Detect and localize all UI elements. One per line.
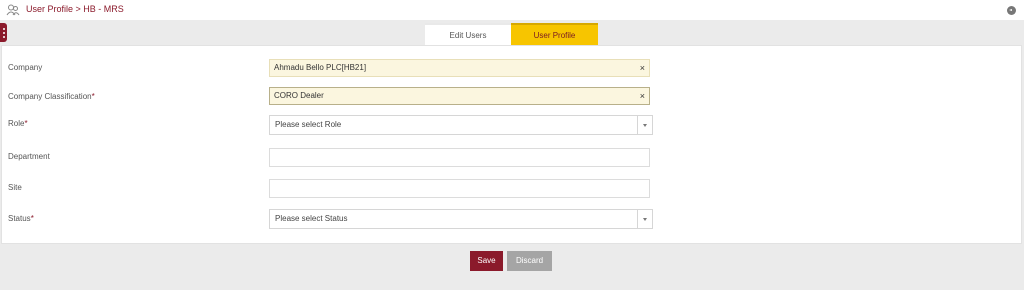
site-input[interactable] — [269, 179, 650, 198]
role-select[interactable]: Please select Role — [269, 115, 653, 135]
tab-edit-users[interactable]: Edit Users — [425, 23, 511, 45]
company-label: Company — [8, 63, 43, 72]
tab-user-profile[interactable]: User Profile — [511, 23, 598, 45]
select-divider — [637, 116, 638, 134]
status-placeholder: Please select Status — [275, 214, 348, 223]
dots-icon — [2, 28, 5, 30]
company-value: Ahmadu Bello PLC[HB21] — [274, 63, 367, 72]
save-button[interactable]: Save — [470, 251, 503, 271]
classification-field[interactable]: CORO Dealer × — [269, 87, 650, 105]
status-select[interactable]: Please select Status — [269, 209, 653, 229]
chevron-down-icon[interactable] — [643, 124, 647, 127]
required-marker: * — [24, 119, 28, 128]
chevron-down-icon[interactable] — [643, 218, 647, 221]
dots-icon — [2, 36, 5, 38]
dots-icon — [2, 32, 5, 34]
breadcrumb: User Profile > HB - MRS — [26, 4, 124, 14]
discard-button[interactable]: Discard — [507, 251, 552, 271]
tab-bar: Edit Users User Profile — [425, 23, 598, 45]
classification-label: Company Classification* — [8, 92, 95, 101]
site-label: Site — [8, 183, 22, 192]
back-circle-icon[interactable] — [1007, 6, 1016, 15]
department-input[interactable] — [269, 148, 650, 167]
clear-classification-icon[interactable]: × — [640, 88, 645, 104]
company-field[interactable]: Ahmadu Bello PLC[HB21] × — [269, 59, 650, 77]
department-label: Department — [8, 152, 50, 161]
role-placeholder: Please select Role — [275, 120, 342, 129]
classification-value: CORO Dealer — [274, 91, 324, 100]
side-menu-toggle[interactable] — [0, 23, 7, 42]
required-marker: * — [30, 214, 34, 223]
clear-company-icon[interactable]: × — [640, 60, 645, 76]
role-label: Role* — [8, 119, 28, 128]
select-divider — [637, 210, 638, 228]
users-icon[interactable] — [6, 4, 20, 16]
required-marker: * — [91, 92, 95, 101]
status-label: Status* — [8, 214, 34, 223]
top-bar: User Profile > HB - MRS — [0, 0, 1024, 20]
